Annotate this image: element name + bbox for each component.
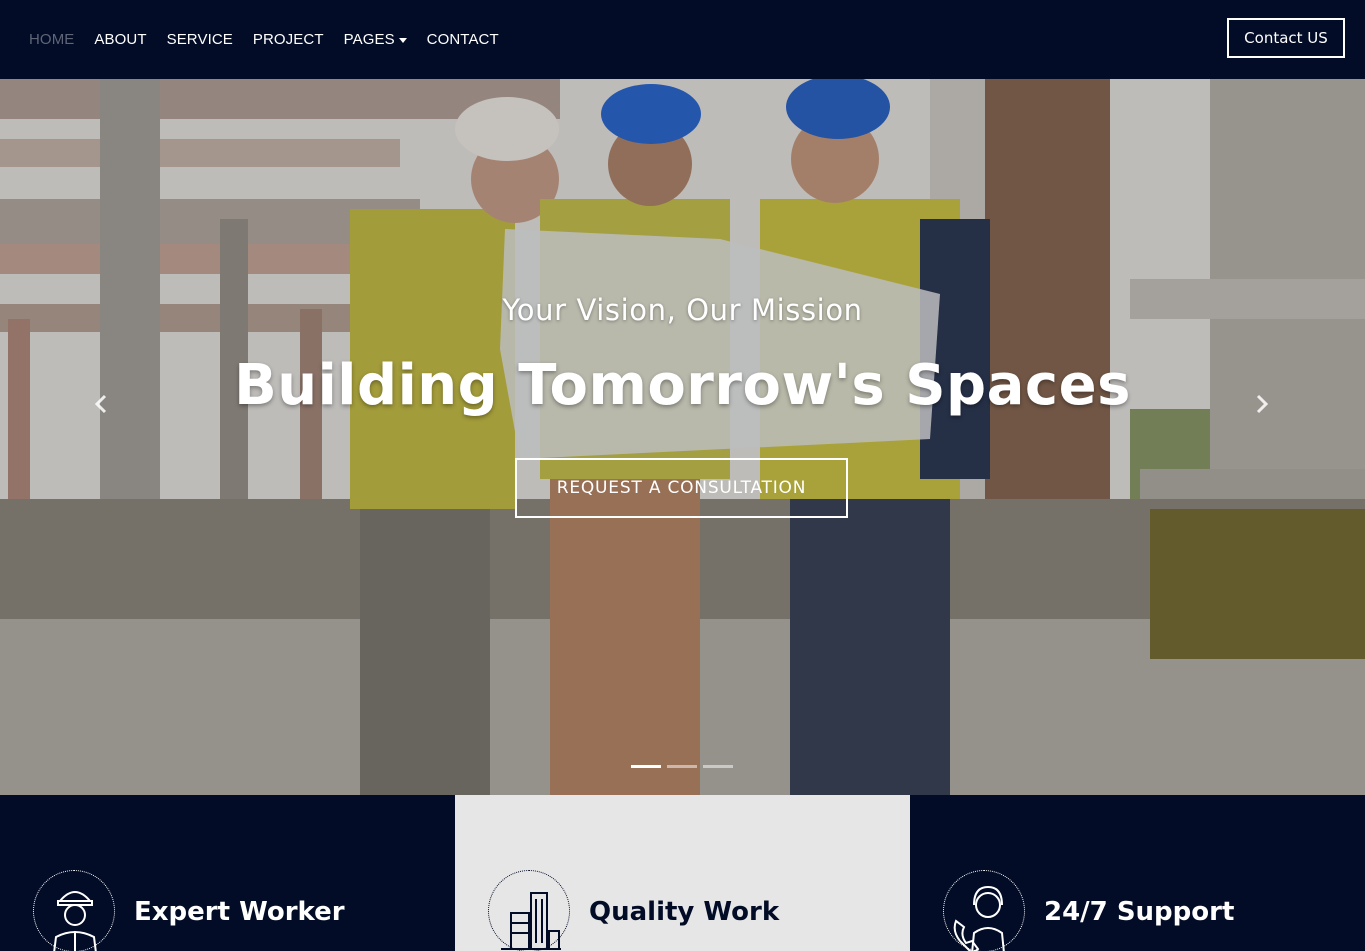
carousel-prev-button[interactable]	[89, 391, 113, 417]
feature-expert-worker: Expert Worker	[0, 795, 455, 951]
nav-service-link[interactable]: SERVICE	[167, 31, 233, 48]
nav-home-link[interactable]: HOME	[29, 31, 74, 48]
hero-overlay	[0, 79, 1365, 795]
hero-subtitle: Your Vision, Our Mission	[502, 293, 863, 327]
nav-about-link[interactable]: ABOUT	[94, 31, 146, 48]
nav-pages-label: PAGES	[343, 31, 395, 48]
chevron-left-icon	[94, 394, 107, 414]
support-icon	[953, 885, 1005, 951]
carousel-indicators	[631, 765, 739, 768]
top-navbar: HOME ABOUT SERVICE PROJECT PAGES CONTACT…	[0, 0, 1365, 79]
nav-pages-dropdown[interactable]: PAGES	[344, 31, 407, 48]
feature-icon-circle	[33, 870, 115, 951]
feature-icon-circle	[488, 870, 570, 951]
nav-project-link[interactable]: PROJECT	[253, 31, 324, 48]
features-row: Expert Worker Quality Work 24/7 Support	[0, 795, 1365, 951]
caret-down-icon	[398, 37, 407, 43]
hero-title: Building Tomorrow's Spaces	[234, 353, 1131, 418]
nav-contact-link[interactable]: CONTACT	[427, 31, 499, 48]
feature-quality-work: Quality Work	[455, 795, 910, 951]
contact-us-button[interactable]: Contact US	[1227, 18, 1345, 58]
buildings-icon	[501, 892, 561, 950]
hero-carousel: Your Vision, Our Mission Building Tomorr…	[0, 79, 1365, 795]
feature-title-support: 24/7 Support	[1044, 897, 1235, 927]
worker-icon	[53, 891, 97, 951]
feature-icon-circle	[943, 870, 1025, 951]
chevron-right-icon	[1256, 394, 1269, 414]
carousel-indicator-2[interactable]	[667, 765, 697, 768]
carousel-indicator-3[interactable]	[703, 765, 733, 768]
request-consultation-button[interactable]: REQUEST A CONSULTATION	[515, 458, 848, 518]
feature-title-quality-work: Quality Work	[589, 897, 780, 927]
feature-title-expert-worker: Expert Worker	[134, 897, 345, 927]
nav-links: HOME ABOUT SERVICE PROJECT PAGES CONTACT	[29, 31, 519, 48]
feature-support: 24/7 Support	[910, 795, 1365, 951]
carousel-next-button[interactable]	[1250, 391, 1274, 417]
carousel-indicator-1[interactable]	[631, 765, 661, 768]
